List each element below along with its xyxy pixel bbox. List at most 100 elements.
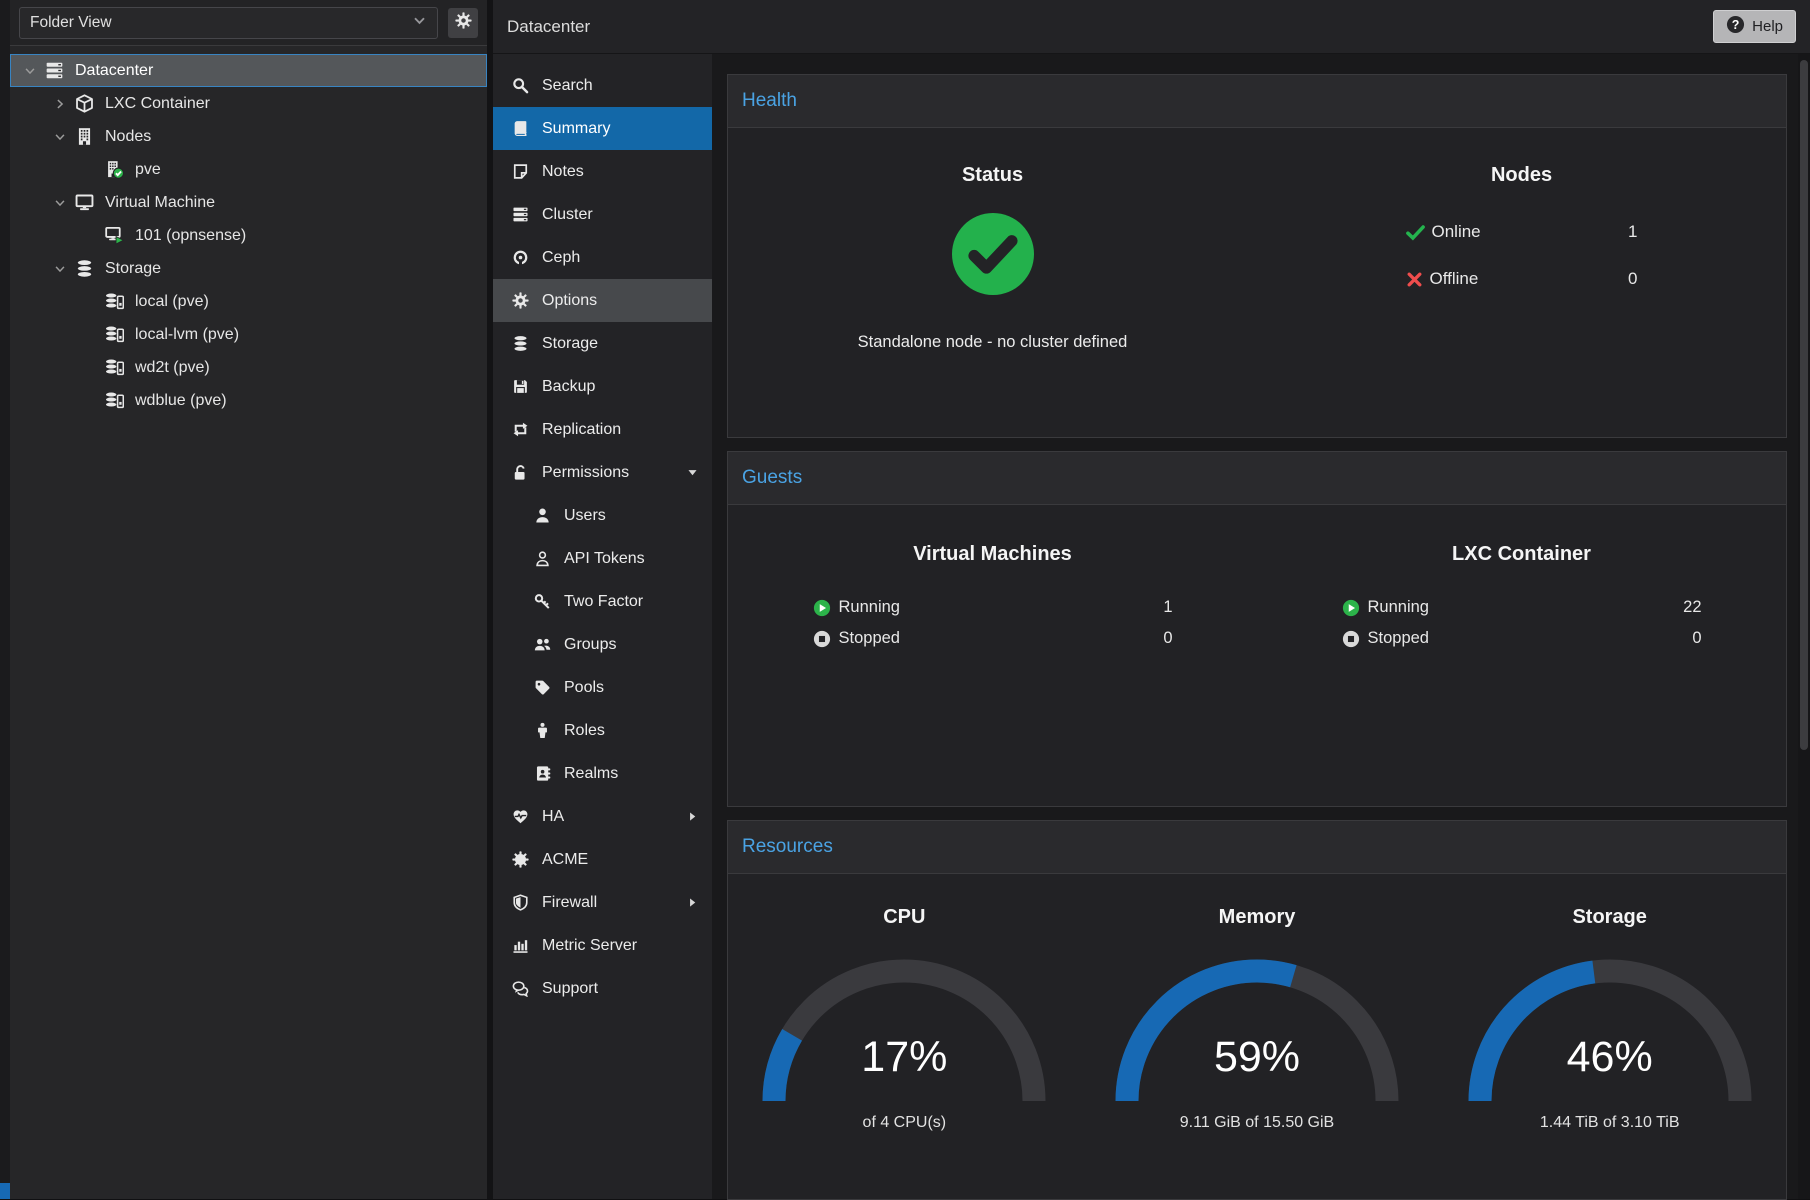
cube-icon	[72, 94, 96, 113]
vm-stopped-value: 0	[1163, 629, 1172, 648]
monitor-icon	[72, 193, 96, 212]
running-icon	[813, 599, 831, 617]
cross-icon	[1406, 271, 1423, 288]
lxc-running-label: Running	[1368, 598, 1429, 617]
database-drive-icon	[102, 325, 126, 344]
sidebar-item-pools[interactable]: Pools	[493, 666, 712, 709]
storage-gauge: 46%	[1460, 953, 1760, 1106]
tree-item-local-pve[interactable]: local (pve)	[10, 285, 487, 318]
stopped-icon	[1342, 630, 1360, 648]
tree-item-101-opnsense[interactable]: 101 (opnsense)	[10, 219, 487, 252]
tree-item-wdblue-pve[interactable]: wdblue (pve)	[10, 384, 487, 417]
sidebar-item-groups[interactable]: Groups	[493, 623, 712, 666]
sidebar-item-replication[interactable]: Replication	[493, 408, 712, 451]
sidebar-item-support[interactable]: Support	[493, 967, 712, 1010]
status-heading: Status	[962, 164, 1023, 187]
lxc-running-value: 22	[1683, 598, 1701, 617]
guests-panel-title: Guests	[728, 452, 1786, 505]
cpu-gauge: 17%	[754, 953, 1054, 1106]
main-region: Datacenter ? Help SearchSummaryNotesClus…	[493, 0, 1810, 1199]
nodes-online-row: Online 1	[1406, 217, 1638, 247]
sidebar-item-users[interactable]: Users	[493, 494, 712, 537]
vm-table: Running 1 Stopped 0	[813, 592, 1173, 654]
sidebar-item-ha[interactable]: HA	[493, 795, 712, 838]
gear-icon	[509, 292, 531, 309]
comments-icon	[509, 980, 531, 997]
sidebar-item-permissions[interactable]: Permissions	[493, 451, 712, 494]
users-icon	[531, 636, 553, 653]
tree-item-datacenter[interactable]: Datacenter	[10, 54, 487, 87]
help-button[interactable]: ? Help	[1713, 10, 1796, 43]
chevron-down-icon	[686, 466, 699, 479]
vm-column: Virtual Machines Running 1 Stopped 0	[728, 505, 1257, 806]
sidebar-item-backup[interactable]: Backup	[493, 365, 712, 408]
database-drive-icon	[102, 391, 126, 410]
tree-item-storage[interactable]: Storage	[10, 252, 487, 285]
lxc-running-row: Running 22	[1342, 592, 1702, 623]
note-icon	[509, 163, 531, 180]
sidebar-item-label: Pools	[564, 679, 604, 697]
sidebar-item-ceph[interactable]: Ceph	[493, 236, 712, 279]
tree-view-toolbar: Folder View	[10, 0, 487, 46]
sidebar-item-roles[interactable]: Roles	[493, 709, 712, 752]
chevron-down-icon[interactable]	[48, 130, 72, 144]
tree-item-virtual-machine[interactable]: Virtual Machine	[10, 186, 487, 219]
storage-gauge-caption: 1.44 TiB of 3.10 TiB	[1540, 1114, 1680, 1132]
sidebar-item-two-factor[interactable]: Two Factor	[493, 580, 712, 623]
monitor-play-icon	[102, 226, 126, 245]
sidebar-item-label: Replication	[542, 421, 621, 439]
nodes-online-label: Online	[1432, 222, 1481, 242]
gear-icon	[455, 12, 472, 34]
nodes-offline-value: 0	[1628, 269, 1637, 289]
tree-item-label: pve	[135, 161, 161, 179]
tree-item-lxc-container[interactable]: LXC Container	[10, 87, 487, 120]
chevron-right-icon[interactable]	[48, 97, 72, 111]
sidebar-item-notes[interactable]: Notes	[493, 150, 712, 193]
sidebar-item-summary[interactable]: Summary	[493, 107, 712, 150]
view-mode-select[interactable]: Folder View	[19, 7, 438, 39]
tree-item-pve[interactable]: pve	[10, 153, 487, 186]
content-scrollbar[interactable]	[1798, 54, 1810, 1199]
chevron-down-icon[interactable]	[18, 64, 42, 78]
sidebar-item-acme[interactable]: ACME	[493, 838, 712, 881]
tree-settings-button[interactable]	[448, 8, 478, 38]
health-panel-title: Health	[728, 75, 1786, 128]
nodes-online-value: 1	[1628, 222, 1637, 242]
tree-item-wd2t-pve[interactable]: wd2t (pve)	[10, 351, 487, 384]
cpu-gauge-title: CPU	[883, 906, 925, 929]
sidebar-item-label: Roles	[564, 722, 605, 740]
sidebar-item-api-tokens[interactable]: API Tokens	[493, 537, 712, 580]
tree-item-label: 101 (opnsense)	[135, 227, 246, 245]
tree-item-local-lvm-pve[interactable]: local-lvm (pve)	[10, 318, 487, 351]
sidebar-item-label: Ceph	[542, 249, 580, 267]
tree-item-label: Virtual Machine	[105, 194, 215, 212]
sidebar-item-realms[interactable]: Realms	[493, 752, 712, 795]
datacenter-icon	[42, 61, 66, 80]
database-icon	[509, 335, 531, 352]
chevron-right-icon	[686, 810, 699, 823]
sidebar-item-options[interactable]: Options	[493, 279, 712, 322]
scrollbar-thumb[interactable]	[1800, 60, 1808, 750]
sidebar-item-search[interactable]: Search	[493, 64, 712, 107]
check-icon	[1406, 223, 1425, 242]
sidebar-item-label: ACME	[542, 851, 588, 869]
replication-icon	[509, 421, 531, 438]
view-mode-value: Folder View	[30, 14, 112, 32]
health-panel: Health Status Standalone node - no clust…	[727, 74, 1787, 438]
help-icon: ?	[1726, 15, 1745, 38]
sidebar-item-metric-server[interactable]: Metric Server	[493, 924, 712, 967]
sidebar-item-label: Users	[564, 507, 606, 525]
sidebar-item-cluster[interactable]: Cluster	[493, 193, 712, 236]
status-message: Standalone node - no cluster defined	[858, 333, 1128, 352]
sidebar-item-storage[interactable]: Storage	[493, 322, 712, 365]
tree-item-nodes[interactable]: Nodes	[10, 120, 487, 153]
sidebar-item-firewall[interactable]: Firewall	[493, 881, 712, 924]
chevron-down-icon[interactable]	[48, 196, 72, 210]
tree-item-label: LXC Container	[105, 95, 210, 113]
datacenter-menu: SearchSummaryNotesCluster Ceph OptionsStor…	[493, 54, 712, 1199]
storage-gauge-title: Storage	[1572, 906, 1646, 929]
chevron-down-icon[interactable]	[48, 262, 72, 276]
vm-stopped-row: Stopped 0	[813, 623, 1173, 654]
address-book-icon	[531, 765, 553, 782]
bar-chart-icon	[509, 937, 531, 954]
